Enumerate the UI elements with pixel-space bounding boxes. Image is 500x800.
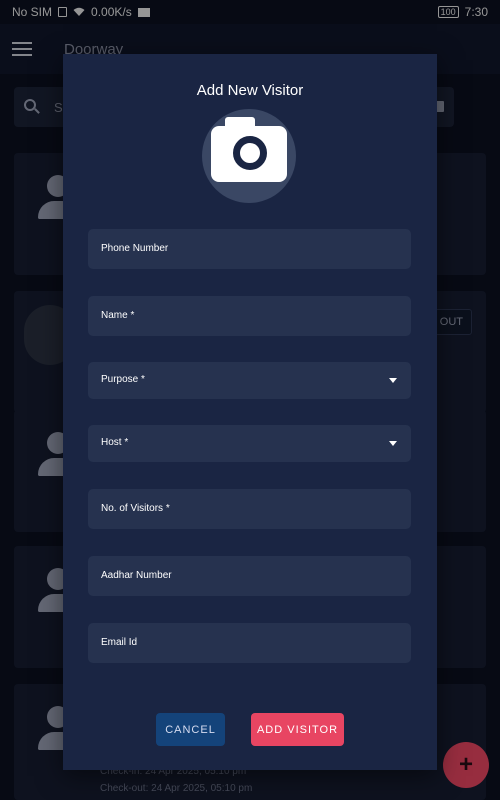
photo-capture-button[interactable]	[202, 109, 296, 203]
name-field[interactable]: Name *	[88, 296, 411, 336]
phone-field[interactable]: Phone Number	[88, 229, 411, 269]
host-label: Host *	[101, 437, 129, 448]
aadhar-field[interactable]: Aadhar Number	[88, 556, 411, 596]
name-label: Name *	[101, 310, 135, 321]
host-select[interactable]: Host *	[88, 425, 411, 462]
purpose-select[interactable]: Purpose *	[88, 362, 411, 399]
aadhar-label: Aadhar Number	[101, 570, 172, 581]
visitors-label: No. of Visitors *	[101, 503, 170, 514]
visitors-count-field[interactable]: No. of Visitors *	[88, 489, 411, 529]
email-label: Email Id	[101, 637, 138, 648]
add-visitor-button[interactable]: ADD VISITOR	[251, 713, 344, 746]
add-visitor-dialog: Add New Visitor Phone Number Name * Purp…	[63, 54, 437, 770]
purpose-label: Purpose *	[101, 374, 145, 385]
camera-icon	[211, 126, 287, 182]
email-field[interactable]: Email Id	[88, 623, 411, 663]
dropdown-caret-icon	[389, 441, 397, 446]
cancel-button[interactable]: CANCEL	[156, 713, 225, 746]
phone-label: Phone Number	[101, 243, 169, 254]
dialog-title: Add New Visitor	[196, 82, 304, 99]
dropdown-caret-icon	[389, 378, 397, 383]
